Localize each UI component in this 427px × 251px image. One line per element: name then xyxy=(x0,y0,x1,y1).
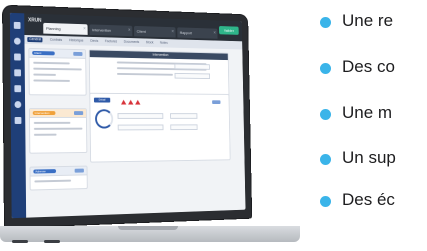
feature-item: Des éc xyxy=(316,189,427,213)
tab-label: Client xyxy=(136,28,146,34)
bullet-icon xyxy=(320,109,331,120)
feature-item: Des co xyxy=(316,56,427,80)
panel-header: Adresse xyxy=(30,166,87,177)
address-panel: Adresse xyxy=(29,165,88,191)
calendar-icon[interactable] xyxy=(14,53,21,61)
bullet-icon xyxy=(320,196,331,207)
laptop-foot xyxy=(12,240,28,243)
edit-icon[interactable] xyxy=(212,100,221,105)
nav-item[interactable]: Historique xyxy=(69,38,84,43)
text-line xyxy=(33,61,70,65)
gear-icon[interactable] xyxy=(14,116,22,124)
input-field[interactable] xyxy=(117,113,164,119)
panel-header: Intervention xyxy=(29,109,86,118)
nav-item[interactable]: Devis xyxy=(90,39,98,44)
feature-text: Une re xyxy=(342,11,394,30)
text-line xyxy=(33,121,71,124)
nav-item[interactable]: Contrats xyxy=(50,38,62,43)
text-line xyxy=(33,127,83,130)
tab-label: Intervention xyxy=(92,27,111,33)
panel-header: Client xyxy=(29,48,86,59)
feature-item: Une m xyxy=(316,102,427,126)
validate-button[interactable]: Valider xyxy=(218,26,239,35)
laptop-foot xyxy=(44,240,60,243)
tab-planning[interactable]: Planning × xyxy=(43,22,88,35)
text-line xyxy=(33,67,82,71)
chart-icon[interactable] xyxy=(14,101,22,109)
feature-text: Un sup xyxy=(342,148,396,167)
bullet-icon xyxy=(320,63,331,74)
input-field[interactable] xyxy=(117,124,164,131)
alert-icon xyxy=(120,99,127,105)
panel-title: Adresse xyxy=(33,169,57,174)
laptop-screen: XRUN Planning × Intervention × Client × … xyxy=(3,5,252,228)
tab-label: Planning xyxy=(46,25,61,32)
text-line xyxy=(34,179,72,183)
laptop-notch xyxy=(118,226,178,230)
feature-text: Des co xyxy=(342,57,395,76)
close-icon[interactable]: × xyxy=(169,27,174,37)
app-screenshot: XRUN Planning × Intervention × Client × … xyxy=(9,12,246,219)
alert-icon xyxy=(135,99,141,105)
input-field[interactable] xyxy=(170,113,198,119)
detail-button[interactable]: Détail xyxy=(93,97,111,103)
close-icon[interactable]: × xyxy=(80,24,86,35)
edit-icon[interactable] xyxy=(73,111,84,116)
text-line xyxy=(33,73,56,76)
tab-label: Rapport xyxy=(179,30,192,36)
feature-item: Un sup xyxy=(316,147,427,171)
input-field[interactable] xyxy=(170,124,198,131)
wrench-icon[interactable] xyxy=(14,69,21,77)
tab-intervention[interactable]: Intervention × xyxy=(89,24,133,37)
close-icon[interactable]: × xyxy=(211,28,216,38)
time-field[interactable] xyxy=(174,72,211,80)
panel-title: Intervention xyxy=(32,111,56,116)
edit-icon[interactable] xyxy=(73,51,83,56)
intervention-panel: Intervention xyxy=(28,108,88,154)
close-icon[interactable]: × xyxy=(125,26,131,37)
client-panel: Client xyxy=(28,47,87,96)
summary-panel: Détail xyxy=(89,92,231,163)
text-line xyxy=(33,79,70,82)
tab-rapport[interactable]: Rapport × xyxy=(177,27,218,39)
grid-menu-icon[interactable] xyxy=(13,21,21,29)
text-line xyxy=(116,72,173,76)
panel-title: Client xyxy=(32,50,55,56)
feature-list: Une re Des co Une m Un sup Des éc xyxy=(316,0,427,251)
nav-item[interactable]: Documents xyxy=(124,40,140,45)
text-line xyxy=(33,133,57,136)
feature-text: Une m xyxy=(342,103,393,122)
nav-item[interactable]: Notes xyxy=(160,41,168,46)
alert-icon xyxy=(128,99,134,105)
document-icon[interactable] xyxy=(14,85,22,93)
date-field[interactable] xyxy=(174,63,210,70)
bullet-icon xyxy=(320,154,331,165)
app-name: XRUN xyxy=(28,17,42,24)
center-title: Intervention xyxy=(89,50,228,61)
nav-item[interactable]: Stock xyxy=(146,40,154,45)
edit-icon[interactable] xyxy=(74,168,84,173)
user-icon[interactable] xyxy=(13,37,21,45)
nav-item[interactable]: Factures xyxy=(105,39,117,44)
bullet-icon xyxy=(320,17,331,28)
feature-text: Des éc xyxy=(342,190,395,209)
nav-item[interactable]: Général xyxy=(27,37,43,43)
tab-client[interactable]: Client × xyxy=(134,25,176,38)
feature-item: Une re xyxy=(316,10,427,34)
progress-gauge xyxy=(94,109,114,129)
